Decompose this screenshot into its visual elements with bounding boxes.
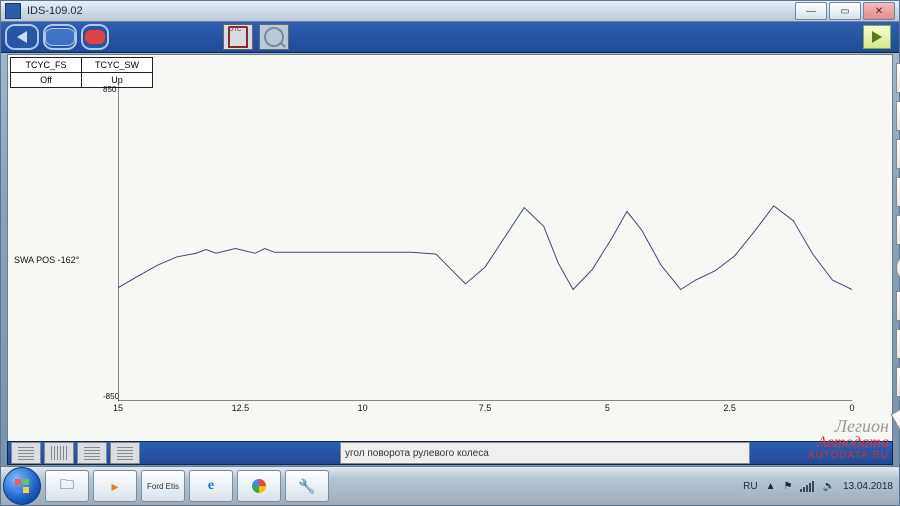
window-title: IDS-109.02: [25, 5, 795, 17]
x-tick: 0: [849, 403, 854, 413]
back-button[interactable]: [5, 24, 39, 50]
param-name: TCYC_FS: [11, 58, 81, 73]
maximize-button[interactable]: ▭: [829, 2, 861, 20]
tool-button[interactable]: [81, 24, 109, 50]
y-tick: -850: [103, 392, 119, 401]
y-axis-label: SWA POS -162°: [14, 255, 79, 265]
x-tick: 12.5: [232, 403, 250, 413]
clipboard-icon: [228, 26, 248, 48]
draw-button[interactable]: [891, 400, 900, 441]
param-cell[interactable]: TCYC_SW Up: [81, 57, 153, 88]
side-tool-palette: ≡ # i: [896, 63, 900, 435]
camera-button[interactable]: [896, 101, 900, 131]
grid-icon: [18, 446, 34, 460]
pid-description: угол поворота рулевого колеса: [340, 442, 750, 464]
view1-button[interactable]: [11, 442, 41, 464]
grid-icon: [117, 446, 133, 460]
taskbar-item[interactable]: 🔧: [285, 470, 329, 502]
dtc-button[interactable]: [223, 24, 253, 50]
taskbar-clock[interactable]: 13.04.2018: [843, 481, 893, 492]
param-cell[interactable]: TCYC_FS Off: [10, 57, 81, 88]
timer-button[interactable]: [896, 253, 900, 283]
x-tick: 2.5: [723, 403, 736, 413]
taskbar-item[interactable]: ▸: [93, 470, 137, 502]
system-tray[interactable]: RU ▲ ⚑ 🔊 13.04.2018: [743, 480, 893, 492]
chart-plot-area: [118, 85, 852, 401]
param-strip: TCYC_FS Off TCYC_SW Up: [10, 57, 153, 88]
car-icon: [45, 28, 75, 46]
inspect-button[interactable]: [259, 24, 289, 50]
list-view-button[interactable]: ≡: [896, 63, 900, 93]
vehicle-button[interactable]: [43, 24, 77, 50]
signal-select-button[interactable]: [896, 177, 900, 207]
x-tick: 5: [605, 403, 610, 413]
view3-button[interactable]: [77, 442, 107, 464]
tool-icon: [85, 30, 105, 44]
shrink-y-button[interactable]: [896, 367, 900, 397]
taskbar-item[interactable]: Ford Etis: [141, 470, 185, 502]
windows-taskbar[interactable]: 🗀 ▸ Ford Etis e 🔧 RU ▲ ⚑ 🔊 13.04.2018: [1, 466, 899, 505]
param-value: Off: [11, 73, 81, 87]
x-axis-ticks: 1512.5107.552.50: [118, 403, 852, 415]
tray-flag-icon[interactable]: ▲: [766, 481, 776, 492]
speaker-icon[interactable]: 🔊: [822, 481, 834, 492]
tray-flag-icon[interactable]: ⚑: [784, 481, 793, 492]
start-button[interactable]: [3, 467, 41, 505]
x-tick: 7.5: [479, 403, 492, 413]
network-icon[interactable]: [800, 480, 814, 492]
close-button[interactable]: ✕: [863, 2, 895, 20]
arrow-left-icon: [17, 31, 27, 43]
chart-workspace: TCYC_FS Off TCYC_SW Up SWA POS -162° 850…: [7, 54, 893, 442]
taskbar-item[interactable]: e: [189, 470, 233, 502]
grid-icon: [84, 446, 100, 460]
view2-button[interactable]: [44, 442, 74, 464]
magnifier-icon: [264, 27, 284, 47]
view4-button[interactable]: [110, 442, 140, 464]
bottom-toolbar: угол поворота рулевого колеса: [7, 441, 893, 465]
continue-button[interactable]: [863, 25, 891, 49]
info-button[interactable]: i: [896, 291, 900, 321]
language-indicator[interactable]: RU: [743, 481, 757, 492]
line-chart-svg: [118, 85, 852, 401]
y-tick: 850: [103, 85, 116, 94]
minimize-button[interactable]: —: [795, 2, 827, 20]
taskbar-item[interactable]: [237, 470, 281, 502]
desktop-background: IDS-109.02 — ▭ ✕ TCYC_FS Off TCYC_SW Up: [0, 0, 900, 506]
reference-button[interactable]: [896, 215, 900, 245]
app-toolbar: [1, 22, 899, 53]
x-tick: 10: [358, 403, 368, 413]
window-titlebar[interactable]: IDS-109.02 — ▭ ✕: [1, 1, 899, 22]
hash-button[interactable]: #: [896, 139, 900, 169]
taskbar-item[interactable]: 🗀: [45, 470, 89, 502]
arrow-right-icon: [872, 31, 882, 43]
app-icon: [5, 3, 21, 19]
x-tick: 15: [113, 403, 123, 413]
columns-icon: [51, 446, 67, 460]
expand-y-button[interactable]: [896, 329, 900, 359]
param-name: TCYC_SW: [82, 58, 152, 73]
